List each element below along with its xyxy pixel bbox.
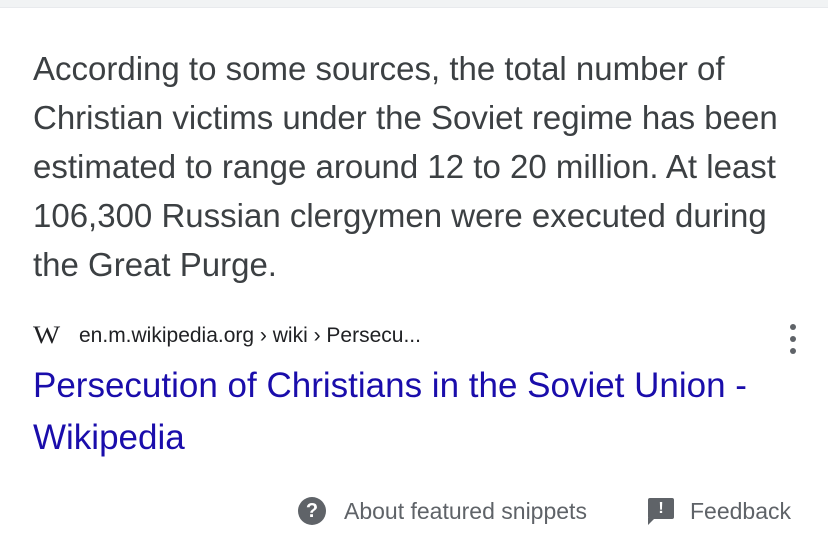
snippet-footer: ? About featured snippets ! Feedback bbox=[0, 494, 828, 534]
more-dot bbox=[790, 324, 796, 330]
snippet-text: According to some sources, the total num… bbox=[33, 50, 778, 283]
result-title-link[interactable]: Persecution of Christians in the Soviet … bbox=[33, 360, 793, 464]
source-breadcrumb[interactable]: en.m.wikipedia.org › wiki › Persecu... bbox=[79, 324, 421, 348]
help-circle-icon: ? bbox=[298, 497, 326, 525]
feedback-icon-bubble: ! bbox=[648, 498, 674, 519]
source-row: W en.m.wikipedia.org › wiki › Persecu... bbox=[33, 318, 803, 354]
feedback-label: Feedback bbox=[690, 497, 792, 524]
more-dot bbox=[790, 348, 796, 354]
feedback-icon-tail bbox=[648, 518, 655, 525]
top-band bbox=[0, 0, 828, 8]
feedback-button[interactable]: ! Feedback bbox=[648, 497, 791, 525]
about-featured-snippets-button[interactable]: ? About featured snippets bbox=[298, 497, 587, 525]
about-featured-snippets-label: About featured snippets bbox=[344, 497, 587, 524]
wikipedia-logo-icon: W bbox=[33, 322, 60, 349]
more-vert-icon[interactable] bbox=[787, 324, 799, 354]
feedback-icon: ! bbox=[648, 497, 674, 525]
more-dot bbox=[790, 336, 796, 342]
